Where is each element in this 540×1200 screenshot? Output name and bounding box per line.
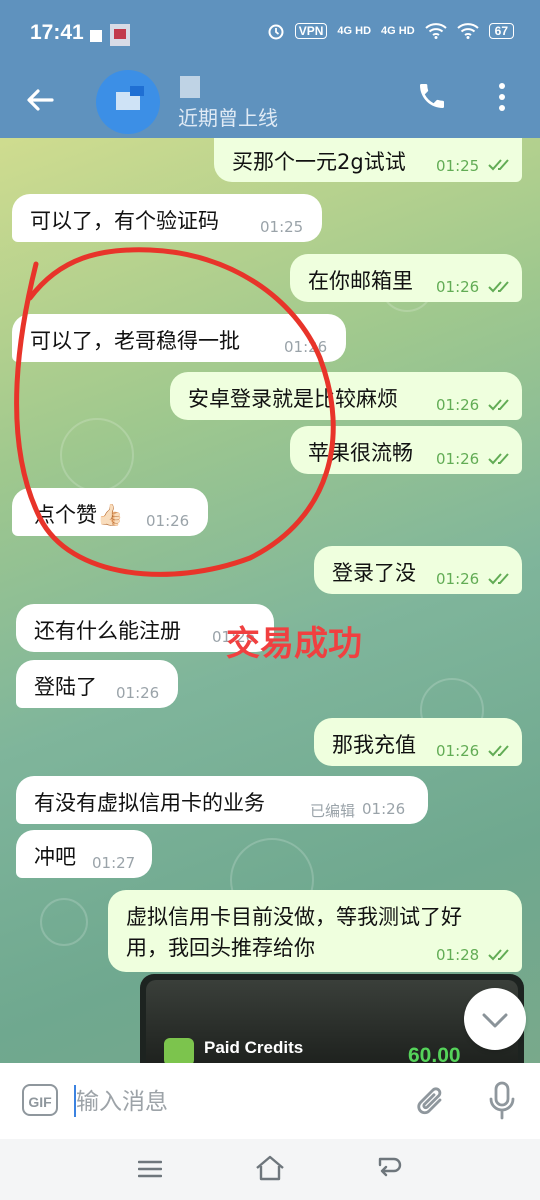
notification-icon [90,30,102,42]
avatar[interactable] [96,70,160,134]
back-arrow-icon[interactable] [22,82,58,118]
system-nav-bar [0,1139,540,1200]
message-input-bar: GIF [0,1063,540,1139]
contact-name-redacted[interactable] [180,76,200,98]
chat-header: 近期曾上线 [0,68,540,138]
phone-icon[interactable] [416,80,448,112]
home-icon[interactable] [254,1153,286,1183]
wifi-icon-2 [456,23,479,39]
vpn-badge: VPN [294,23,328,39]
network-signal-1: 4G HD [337,24,372,37]
microphone-icon[interactable] [488,1081,516,1121]
back-nav-icon[interactable] [376,1155,404,1181]
more-vert-icon[interactable] [492,80,512,114]
status-bar: 17:41 VPN 4G HD 4G HD 67 [0,0,540,68]
chat-area[interactable]: 买那个一元2g试试 01:25 可以了，有个验证码 01:25 在你邮箱里 01… [0,138,540,1063]
paperclip-icon[interactable] [416,1083,448,1119]
wifi-icon [424,23,447,39]
hand-drawn-circle-annotation [14,247,336,577]
message-input[interactable] [74,1081,398,1123]
gif-button[interactable]: GIF [22,1084,58,1116]
last-seen-status: 近期曾上线 [178,106,278,130]
battery-indicator: 67 [488,23,514,39]
status-indicators: VPN 4G HD 4G HD 67 [267,22,514,40]
recent-apps-icon[interactable] [138,1159,162,1179]
text-caret [74,1085,76,1117]
annotation-text: 交易成功 [226,624,362,664]
status-time: 17:41 [30,21,84,44]
network-signal-2: 4G HD [381,24,415,37]
alarm-icon [268,24,284,40]
app-notification-icon [110,24,130,46]
